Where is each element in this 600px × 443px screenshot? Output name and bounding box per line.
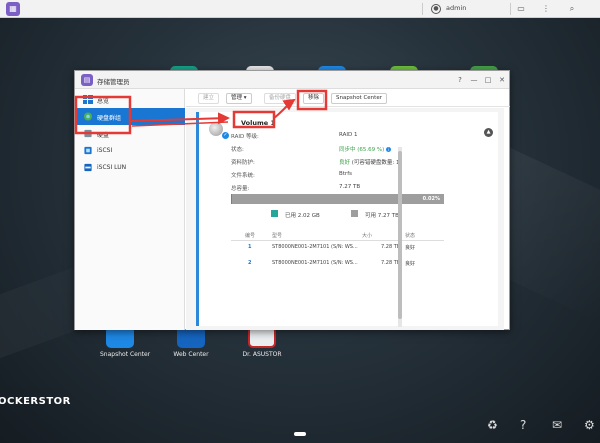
storage-manager-icon: ▤ [81,74,93,86]
fault-tolerance-text: (可容错硬盘数量: 1) [350,160,402,166]
column-header: 状态 [405,233,416,239]
remove-button[interactable]: 移除 [303,93,325,104]
info-icon[interactable]: i [386,147,392,152]
sidebar: 总览 硬盘群组 硬盘 iSCSI iSCSI LUN [75,89,185,330]
disk-status: 良好 [405,261,416,267]
window-title-bar[interactable]: ▤ 存储管理员 ? — □ ✕ [75,71,509,89]
user-icon[interactable]: ● [431,4,441,14]
scrollbar[interactable] [398,147,402,327]
table-row[interactable]: 2 ST8000NE001-2M7101 (S/N: WS... 7.28 TB… [231,257,444,273]
raid-level-label: RAID 等级: [231,134,259,140]
chevron-down-icon: ▾ [243,95,247,101]
add-disk-button[interactable]: 备份硬盘 [264,93,297,104]
sidebar-item-volume-groups[interactable]: 硬盘群组 [75,108,185,125]
desktop-icon-dr-asustor[interactable]: Dr. ASUSTOR [242,326,282,358]
column-header: 编号 [245,233,256,239]
used-legend-swatch [271,210,278,217]
usage-bar-fill [231,194,232,204]
create-button[interactable]: 建立 [198,93,220,104]
manage-label: 管理 [231,95,243,101]
minimize-icon[interactable]: — [469,75,479,85]
volume-icon [83,112,93,121]
volume-panel: ✓ Volume 1 ▲ RAID 等级: RAID 1 状态: 同步中 (65… [196,112,498,326]
disk-number: 2 [248,260,252,266]
sidebar-item-label: 硬盘群组 [97,115,122,122]
disk-icon [84,129,92,138]
data-protection-label: 资料防护: [231,160,255,166]
manage-button[interactable]: 管理 ▾ [226,93,252,104]
column-header: 大小 [362,233,373,239]
top-bar: ▦ ● admin ▭ ⋮ ⌕ [0,0,600,18]
usage-bar: 0.02% [231,194,444,204]
question-icon[interactable]: ? [455,75,465,85]
desktop-icon-label: Snapshot Center [100,351,151,358]
iscsi-icon [84,146,92,155]
search-icon[interactable]: ⌕ [566,3,578,15]
sidebar-item-label: 总览 [97,98,110,105]
disk-model: ST8000NE001-2M7101 (S/N: WS... [272,260,358,266]
sidebar-item-iscsi[interactable]: iSCSI [75,142,185,159]
disk-status: 良好 [405,245,416,251]
desktop-icon-web-center[interactable]: Web Center [171,326,211,358]
volume-name: Volume 1 [241,119,275,127]
settings-icon[interactable]: ⚙ [584,418,595,432]
capacity-label: 总容量: [231,186,250,192]
status-value: 同步中 (65.69 %) i [339,145,392,153]
dock-handle[interactable] [294,432,306,436]
disk-model: ST8000NE001-2M7101 (S/N: WS... [272,244,358,250]
desktop-icon-snapshot-center[interactable]: Snapshot Center [100,326,151,358]
free-legend-label: 可用 7.27 TB [365,213,399,219]
table-row[interactable]: 1 ST8000NE001-2M7101 (S/N: WS... 7.28 TB… [231,241,444,257]
sidebar-item-label: 硬盘 [97,132,110,139]
status-label: 状态: [231,147,244,153]
toolbar: 建立 管理 ▾ 备份硬盘 移除 Snapshot Center [186,89,510,107]
disk-table-header: 编号 型号 大小 状态 [231,229,444,241]
filesystem-label: 文件系统: [231,173,255,179]
raid-level-value: RAID 1 [339,132,358,138]
usage-percent: 0.02% [422,196,440,202]
scrollbar-thumb[interactable] [398,151,402,319]
sidebar-item-label: iSCSI LUN [97,164,127,171]
grid-icon [83,95,93,104]
recycle-bin-icon[interactable]: ♻ [487,418,498,432]
app-grid-icon[interactable]: ▦ [6,2,20,16]
volume-disk-icon [209,122,223,136]
question-icon[interactable]: ? [520,418,526,432]
taskbar-icon[interactable]: ▭ [515,3,527,15]
filesystem-value: Btrfs [339,171,352,177]
notification-icon[interactable]: ✉ [552,418,562,432]
desktop-icon-label: Dr. ASUSTOR [242,351,282,358]
lun-icon [84,163,92,172]
maximize-icon[interactable]: □ [483,75,493,85]
content-area: ✓ Volume 1 ▲ RAID 等级: RAID 1 状态: 同步中 (65… [186,108,504,330]
sidebar-item-disks[interactable]: 硬盘 [75,125,185,142]
used-legend-label: 已用 2.02 GB [285,213,320,219]
disk-number: 1 [248,244,252,250]
username-label[interactable]: admin [446,4,466,12]
more-icon[interactable]: ⋮ [540,3,552,15]
check-icon: ✓ [222,132,229,139]
free-legend-swatch [351,210,358,217]
brand-logo-text: OCKERSTOR [0,396,71,407]
close-icon[interactable]: ✕ [497,75,507,85]
column-header: 型号 [272,233,283,239]
sidebar-item-label: iSCSI [97,147,113,154]
data-protection-value: 良好 (可容错硬盘数量: 1) [339,158,402,166]
snapshot-center-button[interactable]: Snapshot Center [331,93,387,104]
storage-manager-window: ▤ 存储管理员 ? — □ ✕ 总览 硬盘群组 硬盘 iSCSI iSCSI L… [74,70,510,330]
capacity-value: 7.27 TB [339,184,361,190]
protection-status: 良好 [339,160,351,166]
window-title: 存储管理员 [97,78,130,86]
collapse-icon[interactable]: ▲ [484,128,493,137]
sidebar-item-overview[interactable]: 总览 [75,91,185,108]
desktop-icon-label: Web Center [173,351,209,358]
status-text: 同步中 (65.69 %) [339,147,385,153]
sidebar-item-iscsi-lun[interactable]: iSCSI LUN [75,159,185,176]
